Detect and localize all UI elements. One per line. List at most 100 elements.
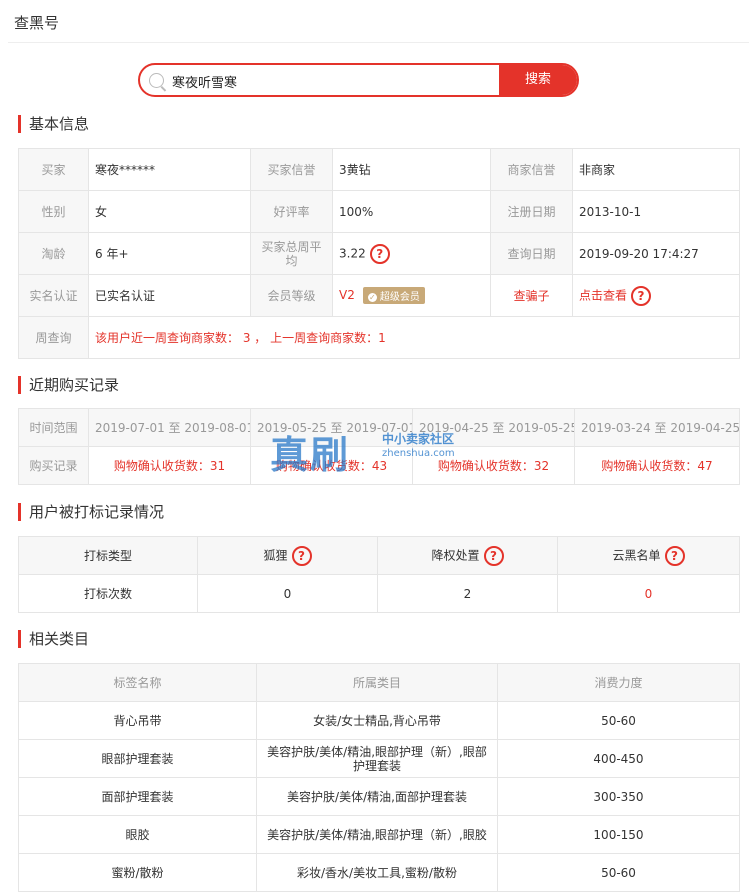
category: 女装/女士精品,背心吊带 [256, 701, 498, 740]
member-level-value: V2 [339, 288, 355, 302]
register-date-label: 注册日期 [490, 190, 573, 233]
weekly-average-cell: 3.22? [332, 232, 491, 275]
tag-name: 背心吊带 [18, 701, 257, 740]
buyer-credit-value: 3黄钻 [332, 148, 491, 191]
search-box: 搜索 [138, 63, 579, 97]
category: 美容护肤/美体/精油,面部护理套装 [256, 777, 498, 816]
spending: 300-350 [497, 777, 740, 816]
buyer-label: 买家 [18, 148, 89, 191]
tag-name-header: 标签名称 [18, 663, 257, 702]
seller-credit-label: 商家信誉 [490, 148, 573, 191]
help-icon[interactable]: ? [369, 243, 390, 264]
tag-name: 面部护理套装 [18, 777, 257, 816]
spending-header: 消费力度 [497, 663, 740, 702]
table-row: 背心吊带 女装/女士精品,背心吊带 50-60 [18, 701, 740, 740]
title-bar: 查黑号 [8, 0, 749, 43]
spending: 400-450 [497, 739, 740, 778]
fox-header: 狐狸? [197, 536, 378, 575]
period-cell: 2019-07-01 至 2019-08-01 [88, 408, 251, 447]
table-row: 面部护理套装 美容护肤/美体/精油,面部护理套装 300-350 [18, 777, 740, 816]
cloud-blacklist-header-label: 云黑名单 [612, 548, 661, 562]
spending: 100-150 [497, 815, 740, 854]
section-title-categories: 相关类目 [18, 630, 89, 648]
member-level-cell: V2 ✓ 超级会员 [332, 274, 491, 317]
tag-name: 蜜粉/散粉 [18, 853, 257, 892]
help-icon[interactable]: ? [664, 545, 685, 566]
realname-label: 实名认证 [18, 274, 89, 317]
downgrade-count: 2 [377, 574, 558, 613]
buyer-credit-label: 买家信誉 [250, 148, 333, 191]
weekly-query-text: 该用户近一周查询商家数： 3 ， 上一周查询商家数：1 [88, 316, 740, 359]
record-cell: 购物确认收货数：43 [250, 446, 413, 485]
period-cell: 2019-04-25 至 2019-05-25 [412, 408, 575, 447]
downgrade-header: 降权处置? [377, 536, 558, 575]
mark-type-header: 打标类型 [18, 536, 198, 575]
realname-value: 已实名认证 [88, 274, 251, 317]
table-row: 眼胶 美容护肤/美体/精油,眼部护理（新）,眼胶 100-150 [18, 815, 740, 854]
table-row: 购买记录 购物确认收货数：31 购物确认收货数：43 购物确认收货数：32 购物… [18, 446, 740, 485]
spending: 50-60 [497, 853, 740, 892]
downgrade-header-label: 降权处置 [431, 548, 480, 562]
table-row: 实名认证 已实名认证 会员等级 V2 ✓ 超级会员 查骗子 点击查看? [18, 274, 740, 317]
fox-count: 0 [197, 574, 378, 613]
query-date-value: 2019-09-20 17:4:27 [572, 232, 740, 275]
weekly-average-label: 买家总周平均 [250, 232, 333, 275]
weekly-average-value: 3.22 [339, 246, 366, 260]
buyer-value: 寒夜****** [88, 148, 251, 191]
scam-check-label: 查骗子 [490, 274, 573, 317]
section-title-recent: 近期购买记录 [18, 376, 119, 394]
positive-rate-label: 好评率 [250, 190, 333, 233]
table-row: 打标次数 0 2 0 [18, 574, 740, 613]
category-header: 所属类目 [256, 663, 498, 702]
help-icon[interactable]: ? [631, 285, 652, 306]
taobao-age-value: 6 年+ [88, 232, 251, 275]
table-row: 打标类型 狐狸? 降权处置? 云黑名单? [18, 536, 740, 575]
table-row: 性别 女 好评率 100% 注册日期 2013-10-1 [18, 190, 740, 233]
table-row: 买家 寒夜****** 买家信誉 3黄钻 商家信誉 非商家 [18, 148, 740, 191]
category: 彩妆/香水/美妆工具,蜜粉/散粉 [256, 853, 498, 892]
table-row: 标签名称 所属类目 消费力度 [18, 663, 740, 702]
table-row: 眼部护理套装 美容护肤/美体/精油,眼部护理（新）,眼部护理套装 400-450 [18, 739, 740, 778]
positive-rate-value: 100% [332, 190, 491, 233]
page-title: 查黑号 [14, 14, 60, 32]
table-row: 蜜粉/散粉 彩妆/香水/美妆工具,蜜粉/散粉 50-60 [18, 853, 740, 892]
help-icon[interactable]: ? [291, 545, 312, 566]
scam-check-cell: 点击查看? [572, 274, 740, 317]
taobao-age-label: 淘龄 [18, 232, 89, 275]
table-row: 周查询 该用户近一周查询商家数： 3 ， 上一周查询商家数：1 [18, 316, 740, 359]
record-cell: 购物确认收货数：31 [88, 446, 251, 485]
tag-name: 眼胶 [18, 815, 257, 854]
categories-table: 标签名称 所属类目 消费力度 背心吊带 女装/女士精品,背心吊带 50-60 眼… [18, 663, 740, 892]
record-cell: 购物确认收货数：32 [412, 446, 575, 485]
member-badge-label: 超级会员 [379, 292, 420, 303]
check-icon: ✓ [367, 293, 377, 302]
view-link[interactable]: 点击查看 [579, 288, 627, 302]
gender-label: 性别 [18, 190, 89, 233]
recent-purchase-table: 时间范围 2019-07-01 至 2019-08-01 2019-05-25 … [18, 408, 740, 485]
member-level-label: 会员等级 [250, 274, 333, 317]
table-row: 淘龄 6 年+ 买家总周平均 3.22? 查询日期 2019-09-20 17:… [18, 232, 740, 275]
search-button[interactable]: 搜索 [499, 65, 577, 95]
search-icon [149, 73, 164, 88]
basic-info-table: 买家 寒夜****** 买家信誉 3黄钻 商家信誉 非商家 性别 女 好评率 1… [18, 148, 740, 359]
seller-credit-value: 非商家 [572, 148, 740, 191]
cloud-blacklist-count: 0 [557, 574, 740, 613]
category: 美容护肤/美体/精油,眼部护理（新）,眼胶 [256, 815, 498, 854]
search-input[interactable] [170, 70, 494, 92]
period-cell: 2019-05-25 至 2019-07-01 [250, 408, 413, 447]
register-date-value: 2013-10-1 [572, 190, 740, 233]
help-icon[interactable]: ? [483, 545, 504, 566]
category: 美容护肤/美体/精油,眼部护理（新）,眼部护理套装 [256, 739, 498, 778]
spending: 50-60 [497, 701, 740, 740]
cloud-blacklist-header: 云黑名单? [557, 536, 740, 575]
tag-name: 眼部护理套装 [18, 739, 257, 778]
record-cell: 购物确认收货数：47 [574, 446, 740, 485]
record-label: 购买记录 [18, 446, 89, 485]
table-row: 时间范围 2019-07-01 至 2019-08-01 2019-05-25 … [18, 408, 740, 447]
fox-header-label: 狐狸 [263, 548, 288, 562]
weekly-query-label: 周查询 [18, 316, 89, 359]
section-title-marks: 用户被打标记录情况 [18, 503, 164, 521]
marks-table: 打标类型 狐狸? 降权处置? 云黑名单? 打标次数 0 2 0 [18, 536, 740, 613]
section-title-basic: 基本信息 [18, 115, 89, 133]
gender-value: 女 [88, 190, 251, 233]
